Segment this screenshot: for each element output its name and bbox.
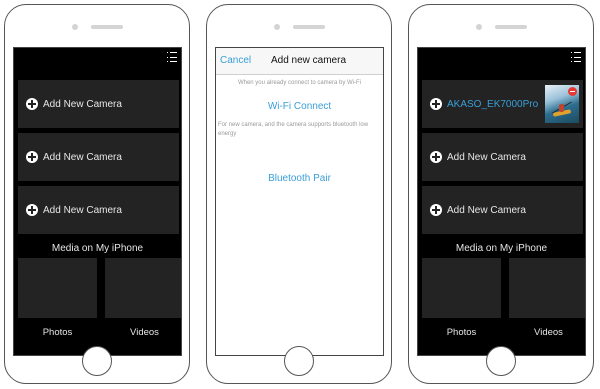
add-camera-row[interactable]: Add New Camera — [18, 133, 179, 181]
home-button[interactable] — [82, 346, 112, 376]
connected-camera-row[interactable]: AKASO_EK7000Pro — [422, 80, 583, 128]
photos-label: Photos — [446, 327, 477, 338]
add-camera-label: Add New Camera — [447, 204, 526, 216]
media-section-title: Media on My iPhone — [51, 243, 144, 254]
media-section-title: Media on My iPhone — [455, 243, 548, 254]
remove-badge-icon[interactable] — [568, 87, 577, 96]
bluetooth-pair-button[interactable]: Bluetooth Pair — [216, 173, 383, 184]
thumbnail-person — [559, 104, 564, 112]
phone-left: Add New Camera Add New Camera Add New Ca… — [4, 4, 190, 384]
list-menu-icon[interactable] — [167, 52, 177, 62]
add-camera-label: Add New Camera — [43, 151, 122, 163]
home-button[interactable] — [486, 346, 516, 376]
camera-name-label: AKASO_EK7000Pro — [447, 98, 539, 110]
videos-tile[interactable] — [509, 258, 585, 318]
camera-list-screen: Add New Camera Add New Camera Add New Ca… — [13, 47, 182, 356]
add-camera-label: Add New Camera — [447, 151, 526, 163]
videos-label: Videos — [130, 327, 159, 338]
videos-tile[interactable] — [105, 258, 181, 318]
add-camera-label: Add New Camera — [43, 98, 122, 110]
photos-label: Photos — [42, 327, 73, 338]
front-camera-dot — [274, 24, 280, 30]
add-camera-label: Add New Camera — [43, 204, 122, 216]
camera-thumbnail[interactable] — [545, 85, 579, 123]
wifi-hint-text: When you already connect to camera by Wi… — [237, 80, 362, 86]
plus-circle-icon — [430, 98, 442, 110]
plus-circle-icon — [26, 151, 38, 163]
add-camera-row[interactable]: Add New Camera — [18, 80, 179, 128]
photos-tile[interactable] — [422, 258, 501, 318]
speaker-grille — [495, 25, 527, 29]
add-camera-row[interactable]: Add New Camera — [422, 133, 583, 181]
plus-circle-icon — [430, 204, 442, 216]
speaker-grille — [293, 25, 325, 29]
videos-label: Videos — [534, 327, 563, 338]
wifi-connect-button[interactable]: Wi-Fi Connect — [216, 101, 383, 112]
photos-tile[interactable] — [18, 258, 97, 318]
plus-circle-icon — [26, 204, 38, 216]
bluetooth-hint-text: For new camera, and the camera supports … — [218, 122, 369, 137]
page-title: Add new camera — [270, 55, 347, 66]
add-camera-row[interactable]: Add New Camera — [422, 186, 583, 234]
home-button[interactable] — [284, 346, 314, 376]
phone-right: AKASO_EK7000Pro Add New Camera Add New C… — [408, 4, 594, 384]
navigation-bar: Cancel Add new camera — [216, 48, 383, 75]
add-camera-screen: Cancel Add new camera When you already c… — [215, 47, 384, 356]
list-menu-icon[interactable] — [571, 52, 581, 62]
camera-list-screen: AKASO_EK7000Pro Add New Camera Add New C… — [417, 47, 586, 356]
phone-middle: Cancel Add new camera When you already c… — [206, 4, 392, 384]
plus-circle-icon — [26, 98, 38, 110]
speaker-grille — [91, 25, 123, 29]
front-camera-dot — [476, 24, 482, 30]
front-camera-dot — [72, 24, 78, 30]
plus-circle-icon — [430, 151, 442, 163]
add-camera-row[interactable]: Add New Camera — [18, 186, 179, 234]
